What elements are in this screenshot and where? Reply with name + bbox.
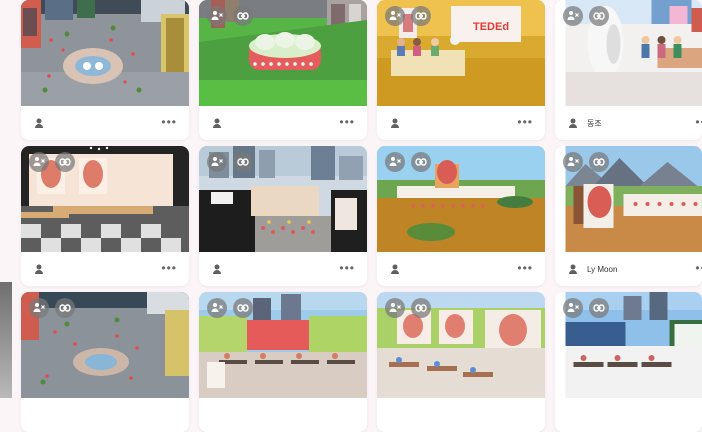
space-card-white-room[interactable]: 동조 ••• xyxy=(555,0,702,140)
more-options-button[interactable]: ••• xyxy=(339,116,355,128)
space-card-desert-stage[interactable]: ••• xyxy=(377,146,545,286)
card-badges xyxy=(29,152,75,172)
space-card-outdoor-board[interactable] xyxy=(555,292,702,432)
ted-sign-text: TEDEd xyxy=(473,21,509,33)
card-footer: Ly Moon ••• xyxy=(555,252,702,286)
card-footer: ••• xyxy=(21,106,189,140)
space-card-city-stage[interactable]: ••• xyxy=(199,146,367,286)
card-badges xyxy=(563,298,609,318)
card-badges xyxy=(563,6,609,26)
card-footer: ••• xyxy=(377,106,545,140)
card-thumbnail[interactable] xyxy=(555,146,702,252)
private-user-icon xyxy=(385,152,405,172)
left-edge-image xyxy=(0,282,12,398)
card-thumbnail[interactable]: TEDEd xyxy=(377,0,545,106)
person-icon xyxy=(31,115,47,131)
person-icon xyxy=(31,261,47,277)
card-badges xyxy=(207,6,253,26)
link-icon xyxy=(233,6,253,26)
card-badges xyxy=(385,6,431,26)
card-footer: 동조 ••• xyxy=(555,106,702,140)
space-card-city-top[interactable]: ••• xyxy=(21,0,189,140)
private-user-icon xyxy=(563,152,583,172)
more-options-button[interactable]: ••• xyxy=(339,262,355,274)
card-thumbnail[interactable] xyxy=(21,292,189,398)
space-card-green-zoo[interactable]: ••• xyxy=(199,0,367,140)
private-user-icon xyxy=(207,152,227,172)
card-badges xyxy=(207,298,253,318)
space-card-classroom-anatomy[interactable] xyxy=(377,292,545,432)
more-options-button[interactable]: ••• xyxy=(517,116,533,128)
card-thumbnail[interactable] xyxy=(21,0,189,106)
person-icon xyxy=(387,261,403,277)
space-card-mountain-gallery[interactable]: Ly Moon ••• xyxy=(555,146,702,286)
card-thumbnail[interactable] xyxy=(199,292,367,398)
link-icon xyxy=(589,6,609,26)
more-options-button[interactable]: ••• xyxy=(161,262,177,274)
space-card-city-top-2[interactable] xyxy=(21,292,189,432)
card-thumbnail[interactable] xyxy=(199,0,367,106)
card-thumbnail[interactable] xyxy=(555,0,702,106)
person-icon xyxy=(209,261,225,277)
space-card-ted-stage[interactable]: TEDEd xyxy=(377,0,545,140)
thumbnail-city-top xyxy=(21,0,189,106)
link-icon xyxy=(233,298,253,318)
space-card-classroom-green[interactable] xyxy=(199,292,367,432)
card-thumbnail[interactable] xyxy=(377,292,545,398)
link-icon xyxy=(411,152,431,172)
card-thumbnail[interactable] xyxy=(555,292,702,398)
card-thumbnail[interactable] xyxy=(377,146,545,252)
private-user-icon xyxy=(29,152,49,172)
owner-name: 동조 xyxy=(587,118,602,129)
link-icon xyxy=(233,152,253,172)
link-icon xyxy=(55,298,75,318)
card-badges xyxy=(563,152,609,172)
person-icon xyxy=(565,115,581,131)
card-footer: ••• xyxy=(377,252,545,286)
person-icon xyxy=(565,261,581,277)
more-options-button[interactable]: ••• xyxy=(161,116,177,128)
owner-name: Ly Moon xyxy=(587,265,617,274)
person-icon xyxy=(387,115,403,131)
link-icon xyxy=(411,298,431,318)
card-badges xyxy=(385,152,431,172)
private-user-icon xyxy=(207,298,227,318)
card-badges xyxy=(207,152,253,172)
private-user-icon xyxy=(563,298,583,318)
card-footer: ••• xyxy=(199,252,367,286)
private-user-icon xyxy=(385,298,405,318)
card-thumbnail[interactable] xyxy=(199,146,367,252)
link-icon xyxy=(411,6,431,26)
private-user-icon xyxy=(29,298,49,318)
card-badges xyxy=(29,298,75,318)
private-user-icon xyxy=(385,6,405,26)
private-user-icon xyxy=(563,6,583,26)
card-footer: ••• xyxy=(199,106,367,140)
space-grid: ••• xyxy=(0,0,702,398)
private-user-icon xyxy=(207,6,227,26)
link-icon xyxy=(55,152,75,172)
more-options-button[interactable]: ••• xyxy=(695,116,702,128)
card-badges xyxy=(385,298,431,318)
card-footer: ••• xyxy=(21,252,189,286)
card-thumbnail[interactable] xyxy=(21,146,189,252)
person-icon xyxy=(209,115,225,131)
more-options-button[interactable]: ••• xyxy=(517,262,533,274)
more-options-button[interactable]: ••• xyxy=(695,262,702,274)
link-icon xyxy=(589,152,609,172)
link-icon xyxy=(589,298,609,318)
space-card-anatomy-room[interactable]: ••• xyxy=(21,146,189,286)
